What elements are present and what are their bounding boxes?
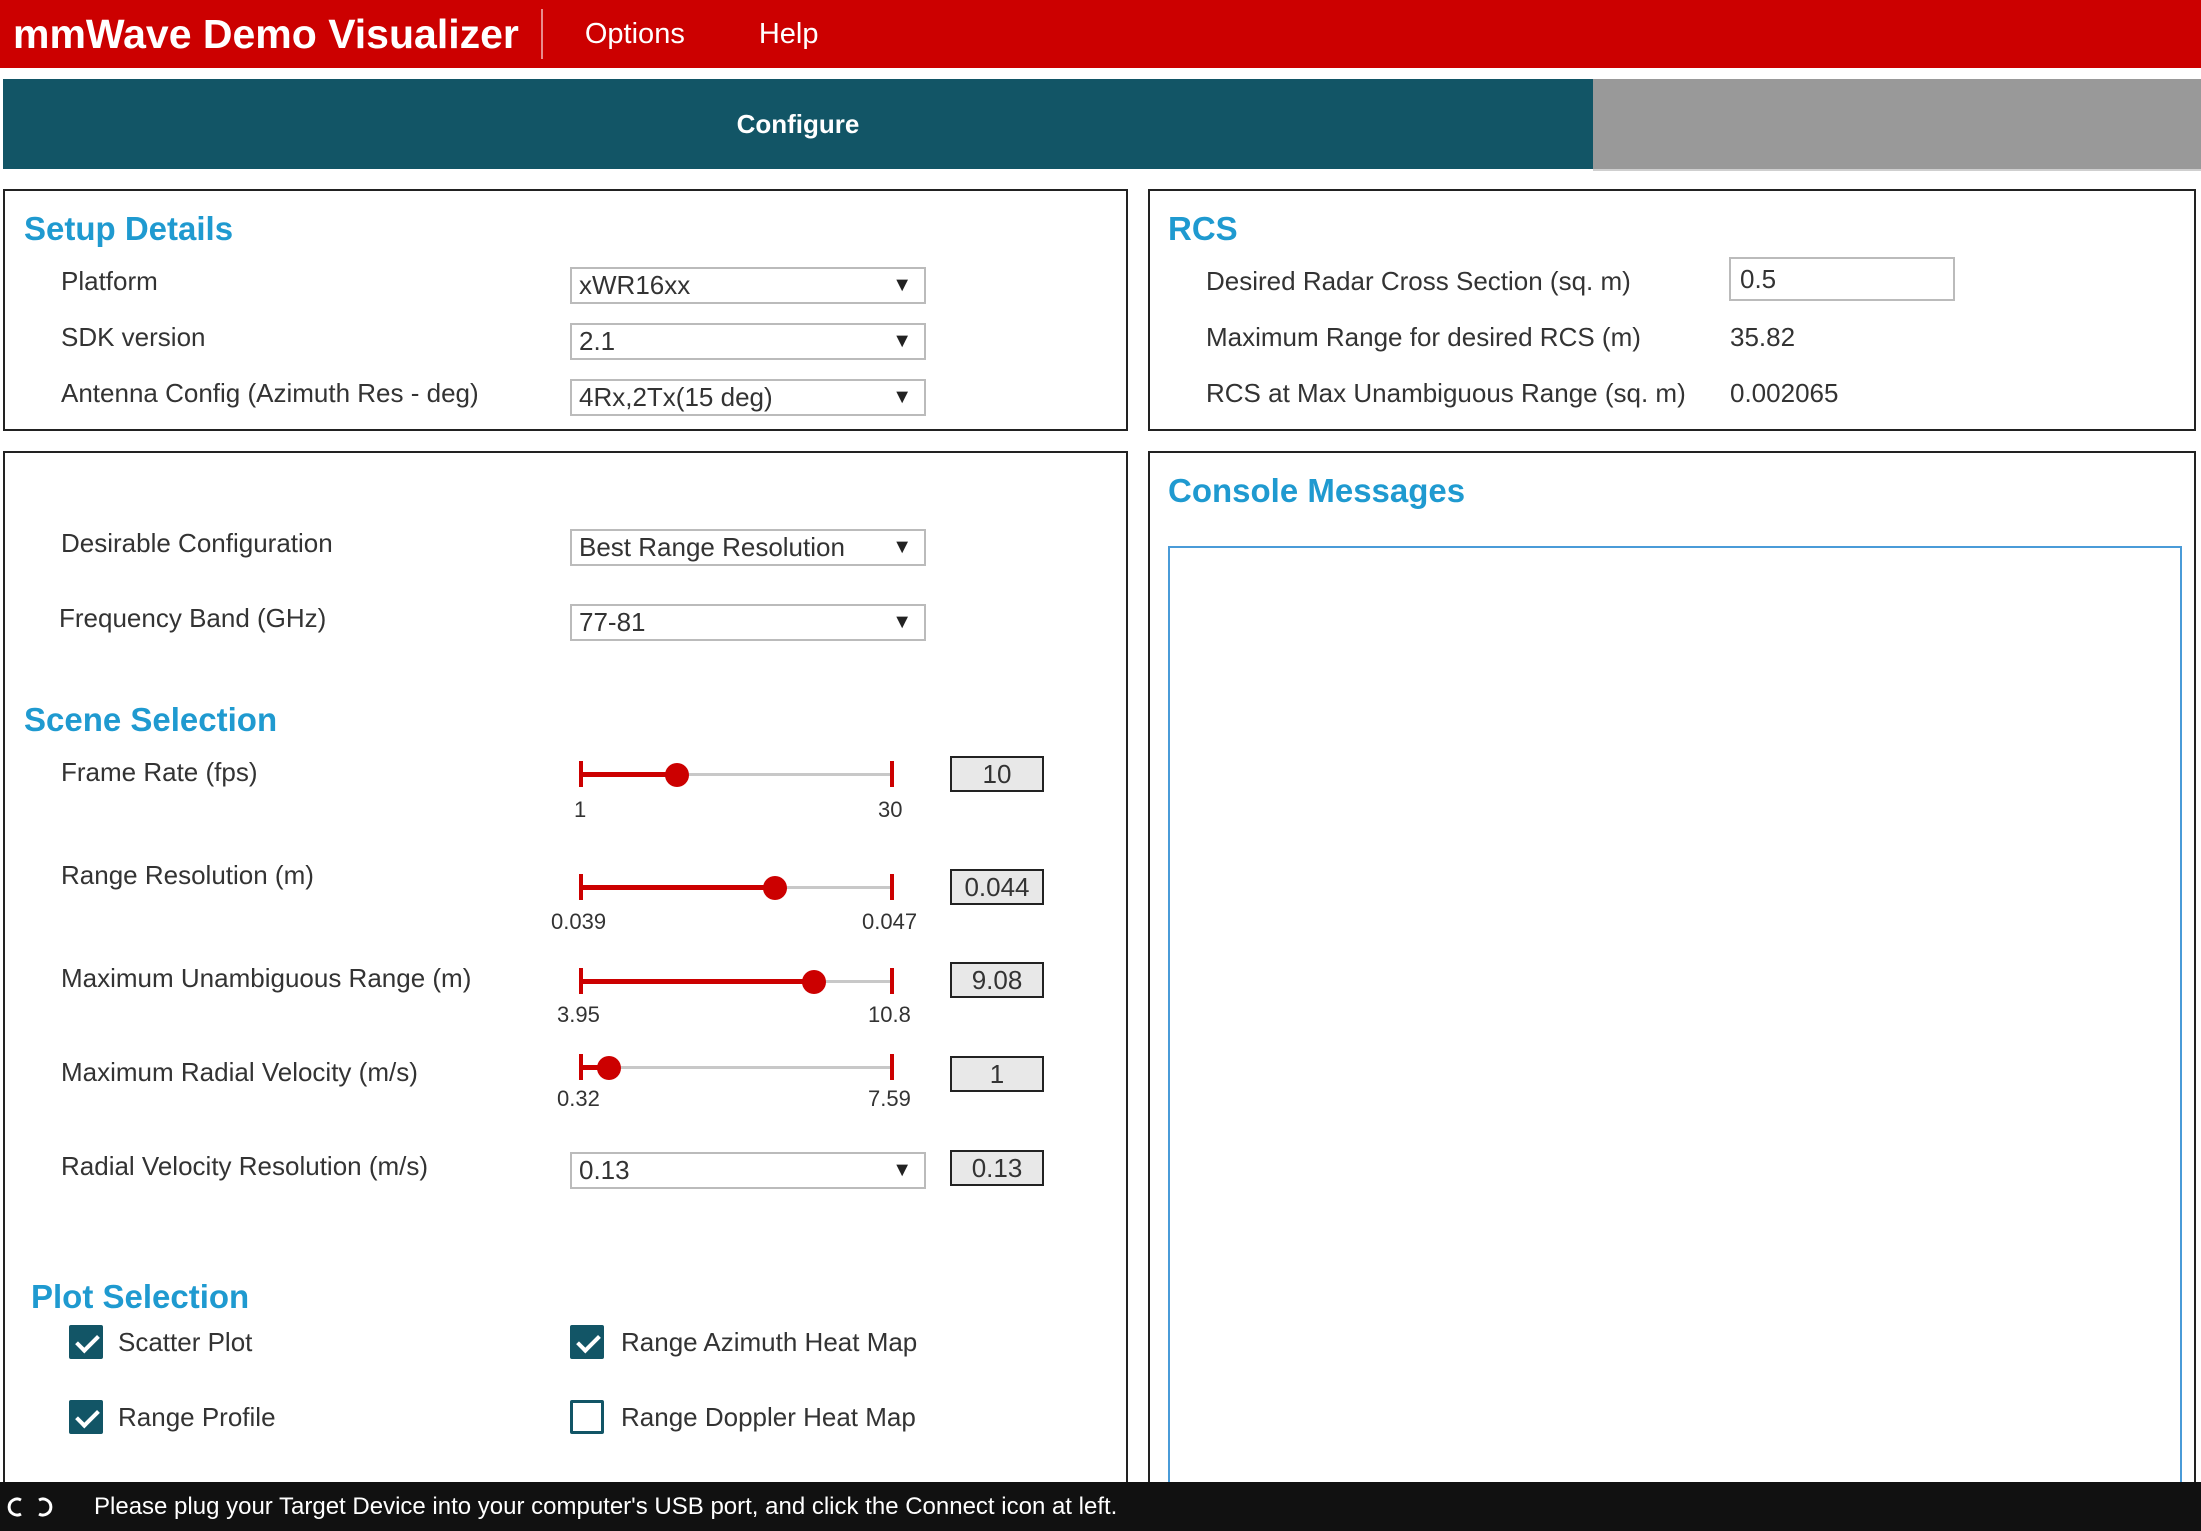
chevron-down-icon: ▼ [892, 274, 912, 296]
max-unambiguous-range-min: 3.95 [557, 1002, 600, 1027]
range-doppler-label: Range Doppler Heat Map [621, 1402, 916, 1432]
slider-start-cap [579, 968, 583, 994]
plot-selection-heading: Plot Selection [31, 1278, 250, 1315]
range-azimuth-checkbox[interactable] [570, 1325, 604, 1359]
slider-thumb[interactable] [596, 1056, 621, 1080]
slider-fill [581, 979, 815, 984]
frame-rate-slider[interactable] [570, 756, 900, 796]
velocity-resolution-select[interactable]: 0.13 ▼ [570, 1152, 926, 1189]
slider-start-cap [579, 1054, 583, 1080]
max-radial-velocity-slider[interactable] [570, 1049, 900, 1089]
antenna-config-select[interactable]: 4Rx,2Tx(15 deg) ▼ [570, 379, 926, 416]
max-radial-velocity-min: 0.32 [557, 1086, 600, 1111]
slider-thumb[interactable] [802, 970, 827, 994]
range-resolution-value[interactable]: 0.044 [950, 869, 1044, 905]
rcs-max-range-label: RCS at Max Unambiguous Range (sq. m) [1206, 378, 1686, 408]
slider-end-cap [890, 1054, 894, 1080]
sdk-version-select-value: 2.1 [579, 326, 616, 356]
status-bar: Please plug your Target Device into your… [0, 1482, 2201, 1531]
desirable-config-label: Desirable Configuration [61, 528, 333, 558]
tab-bar: Configure [3, 79, 2201, 169]
menu-options[interactable]: Options [585, 18, 685, 51]
platform-select[interactable]: xWR16xx ▼ [570, 267, 926, 304]
desirable-config-select[interactable]: Best Range Resolution ▼ [570, 529, 926, 566]
sdk-version-select[interactable]: 2.1 ▼ [570, 323, 926, 360]
slider-thumb[interactable] [665, 763, 690, 787]
antenna-config-select-value: 4Rx,2Tx(15 deg) [579, 382, 773, 412]
slider-start-cap [579, 761, 583, 787]
velocity-resolution-select-value: 0.13 [579, 1155, 630, 1185]
rcs-max-range-value: 0.002065 [1730, 378, 1839, 408]
rcs-heading: RCS [1168, 210, 1238, 247]
velocity-resolution-value: 0.13 [950, 1150, 1044, 1186]
frame-rate-value[interactable]: 10 [950, 756, 1044, 792]
platform-select-value: xWR16xx [579, 270, 691, 300]
max-range-rcs-value: 35.82 [1730, 322, 1796, 352]
scatter-plot-label: Scatter Plot [118, 1327, 253, 1357]
range-resolution-slider[interactable] [570, 869, 900, 909]
range-resolution-max: 0.047 [862, 909, 918, 934]
console-output[interactable] [1168, 546, 2182, 1486]
max-unambiguous-range-slider[interactable] [570, 963, 900, 1003]
max-range-rcs-label: Maximum Range for desired RCS (m) [1206, 322, 1641, 352]
tab-configure[interactable]: Configure [3, 79, 1593, 169]
chevron-down-icon: ▼ [892, 536, 912, 558]
antenna-config-label: Antenna Config (Azimuth Res - deg) [61, 378, 479, 408]
sdk-version-label: SDK version [61, 322, 206, 352]
range-profile-checkbox[interactable] [69, 1400, 103, 1434]
tab-divider [1593, 169, 2201, 171]
range-resolution-label: Range Resolution (m) [61, 860, 314, 890]
max-radial-velocity-max: 7.59 [868, 1086, 911, 1111]
chevron-down-icon: ▼ [892, 386, 912, 408]
frame-rate-max: 30 [878, 797, 903, 822]
chevron-down-icon: ▼ [892, 1159, 912, 1181]
app-title: mmWave Demo Visualizer [0, 9, 543, 59]
desirable-config-select-value: Best Range Resolution [579, 532, 845, 562]
slider-end-cap [890, 874, 894, 900]
slider-fill [581, 885, 776, 890]
slider-start-cap [579, 874, 583, 900]
slider-end-cap [890, 968, 894, 994]
setup-details-heading: Setup Details [24, 210, 234, 247]
platform-label: Platform [61, 266, 158, 296]
max-unambiguous-range-max: 10.8 [868, 1002, 911, 1027]
slider-thumb[interactable] [763, 876, 788, 900]
scene-selection-heading: Scene Selection [24, 701, 278, 738]
frame-rate-min: 1 [574, 797, 587, 822]
max-radial-velocity-label: Maximum Radial Velocity (m/s) [61, 1057, 418, 1087]
slider-end-cap [890, 761, 894, 787]
scatter-plot-checkbox[interactable] [69, 1325, 103, 1359]
desired-rcs-label: Desired Radar Cross Section (sq. m) [1206, 266, 1631, 296]
slider-fill [581, 772, 678, 777]
chevron-down-icon: ▼ [892, 330, 912, 352]
velocity-resolution-label: Radial Velocity Resolution (m/s) [61, 1151, 429, 1181]
app-header: mmWave Demo Visualizer Options Help [0, 0, 2201, 68]
connect-icon[interactable] [0, 1482, 60, 1531]
status-message: Please plug your Target Device into your… [94, 1492, 1118, 1520]
max-radial-velocity-value[interactable]: 1 [950, 1056, 1044, 1092]
range-resolution-min: 0.039 [551, 909, 607, 934]
tab-bar-empty [1593, 79, 2201, 169]
menu-help[interactable]: Help [759, 18, 819, 51]
range-profile-label: Range Profile [118, 1402, 276, 1432]
chevron-down-icon: ▼ [892, 611, 912, 633]
slider-track [581, 1066, 892, 1069]
frequency-band-select-value: 77-81 [579, 607, 646, 637]
frequency-band-label: Frequency Band (GHz) [59, 603, 327, 633]
console-heading: Console Messages [1168, 472, 1466, 509]
max-unambiguous-range-label: Maximum Unambiguous Range (m) [61, 963, 472, 993]
range-azimuth-label: Range Azimuth Heat Map [621, 1327, 918, 1357]
frequency-band-select[interactable]: 77-81 ▼ [570, 604, 926, 641]
desired-rcs-input[interactable]: 0.5 [1729, 257, 1955, 301]
max-unambiguous-range-value[interactable]: 9.08 [950, 962, 1044, 998]
frame-rate-label: Frame Rate (fps) [61, 757, 258, 787]
range-doppler-checkbox[interactable] [570, 1400, 604, 1434]
